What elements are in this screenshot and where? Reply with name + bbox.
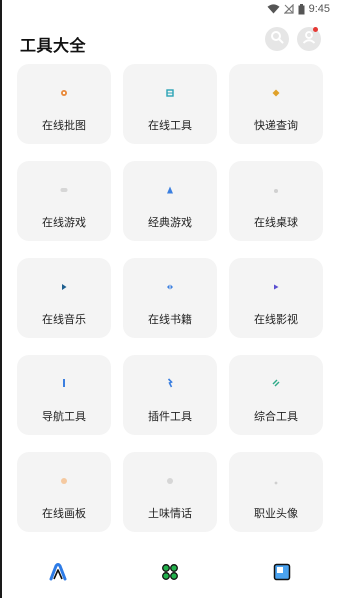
signal-off-icon <box>283 4 294 14</box>
tool-label: 导航工具 <box>42 411 86 423</box>
search-icon <box>270 30 284 49</box>
tool-label: 在线工具 <box>148 120 192 132</box>
tool-tile[interactable]: 插件工具 <box>123 355 217 435</box>
music-icon <box>60 278 68 296</box>
status-bar: 9:45 <box>0 0 338 20</box>
package-icon <box>272 84 280 102</box>
wifi-icon <box>267 4 280 14</box>
status-time: 9:45 <box>308 3 330 15</box>
compass-icon <box>62 375 66 393</box>
square-window-icon <box>273 563 291 586</box>
tool-label: 土味情话 <box>148 508 192 520</box>
tool-label: 在线书籍 <box>148 314 192 326</box>
tool-tile[interactable]: 经典游戏 <box>123 161 217 241</box>
nav-apps[interactable] <box>160 563 180 586</box>
tool-grid: 在线批图 在线工具 快递查询 在线游戏 经典游戏 在线桌球 在线音乐 在线书籍 … <box>17 64 323 532</box>
tool-tile[interactable]: 导航工具 <box>17 355 111 435</box>
app-header: 工具大全 <box>0 24 338 60</box>
chat-heart-icon <box>166 472 174 490</box>
portrait-icon <box>274 472 278 490</box>
tool-tile[interactable]: 在线画板 <box>17 452 111 532</box>
billiard-icon <box>273 181 279 199</box>
tool-tile[interactable]: 在线桌球 <box>229 161 323 241</box>
tool-label: 综合工具 <box>254 411 298 423</box>
tool-tile[interactable]: 在线批图 <box>17 64 111 144</box>
tool-label: 在线音乐 <box>42 314 86 326</box>
bottom-nav <box>0 556 338 592</box>
tool-label: 职业头像 <box>254 508 298 520</box>
tool-tile[interactable]: 职业头像 <box>229 452 323 532</box>
gamepad-icon <box>60 181 68 199</box>
tool-tile[interactable]: 在线音乐 <box>17 258 111 338</box>
tool-tile[interactable]: 在线影视 <box>229 258 323 338</box>
apps-grid-icon <box>161 563 179 586</box>
video-icon <box>272 278 280 296</box>
battery-icon <box>298 3 305 15</box>
tool-label: 在线画板 <box>42 508 86 520</box>
window-edge <box>0 0 2 598</box>
palette-icon <box>60 472 68 490</box>
notification-dot <box>313 27 318 32</box>
toolbox-icon <box>166 84 174 102</box>
tool-tile[interactable]: 在线书籍 <box>123 258 217 338</box>
image-edit-icon <box>60 84 68 102</box>
tool-tile[interactable]: 综合工具 <box>229 355 323 435</box>
tool-tile[interactable]: 在线工具 <box>123 64 217 144</box>
tool-label: 在线影视 <box>254 314 298 326</box>
joystick-icon <box>166 181 174 199</box>
nav-me[interactable] <box>272 563 292 586</box>
page-title: 工具大全 <box>20 38 87 55</box>
nav-home[interactable] <box>48 562 68 586</box>
tool-tile[interactable]: 在线游戏 <box>17 161 111 241</box>
tool-label: 在线游戏 <box>42 217 86 229</box>
tool-label: 在线批图 <box>42 120 86 132</box>
tool-label: 经典游戏 <box>148 217 192 229</box>
tool-label: 插件工具 <box>148 411 192 423</box>
tool-label: 快递查询 <box>254 120 298 132</box>
wrench-icon <box>271 375 281 393</box>
search-button[interactable] <box>265 27 289 51</box>
tool-tile[interactable]: 快递查询 <box>229 64 323 144</box>
tool-label: 在线桌球 <box>254 217 298 229</box>
book-icon <box>166 278 174 296</box>
plugin-icon <box>167 375 173 393</box>
tool-tile[interactable]: 土味情话 <box>123 452 217 532</box>
brand-a-icon <box>48 562 68 586</box>
